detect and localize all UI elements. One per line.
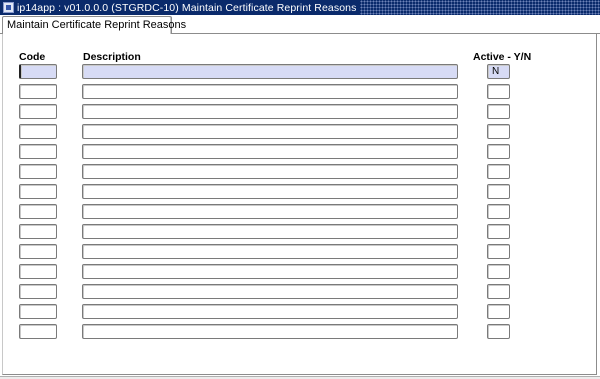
- active-field[interactable]: [487, 264, 510, 279]
- active-field[interactable]: [487, 224, 510, 239]
- description-field[interactable]: [82, 164, 458, 179]
- description-field[interactable]: [82, 304, 458, 319]
- title-bar-label-area: ip14app : v01.0.0.0 (STGRDC-10) Maintain…: [0, 0, 361, 15]
- active-field[interactable]: [487, 304, 510, 319]
- code-field[interactable]: [19, 284, 57, 299]
- code-field[interactable]: [19, 84, 57, 99]
- description-field[interactable]: [82, 184, 458, 199]
- description-field[interactable]: [82, 224, 458, 239]
- code-field[interactable]: [19, 124, 57, 139]
- code-field[interactable]: [19, 104, 57, 119]
- code-field[interactable]: [19, 144, 57, 159]
- window-title: ip14app : v01.0.0.0 (STGRDC-10) Maintain…: [17, 1, 357, 14]
- tab-maintain-certificate-reprint-reasons[interactable]: Maintain Certificate Reprint Reasons: [2, 16, 186, 35]
- tab-strip: Maintain Certificate Reprint Reasons: [0, 15, 600, 35]
- column-header-description: Description: [83, 51, 141, 63]
- app-icon[interactable]: [3, 2, 14, 13]
- description-field[interactable]: [82, 264, 458, 279]
- active-field[interactable]: [487, 204, 510, 219]
- active-field[interactable]: [487, 244, 510, 259]
- code-field[interactable]: [19, 204, 57, 219]
- active-field[interactable]: [487, 144, 510, 159]
- code-field[interactable]: [19, 224, 57, 239]
- active-field[interactable]: [487, 284, 510, 299]
- column-header-code: Code: [19, 51, 46, 63]
- description-field[interactable]: [82, 244, 458, 259]
- code-field[interactable]: [19, 244, 57, 259]
- description-field[interactable]: [82, 84, 458, 99]
- description-field[interactable]: [82, 104, 458, 119]
- active-field[interactable]: [487, 184, 510, 199]
- active-field[interactable]: [487, 124, 510, 139]
- description-field[interactable]: [82, 284, 458, 299]
- description-field[interactable]: [82, 144, 458, 159]
- description-field[interactable]: [82, 64, 458, 79]
- active-field[interactable]: [487, 104, 510, 119]
- code-field[interactable]: [19, 264, 57, 279]
- code-field[interactable]: [19, 184, 57, 199]
- code-field[interactable]: [19, 324, 57, 339]
- active-field[interactable]: N: [487, 64, 510, 79]
- active-field[interactable]: [487, 164, 510, 179]
- title-bar[interactable]: ip14app : v01.0.0.0 (STGRDC-10) Maintain…: [0, 0, 600, 15]
- description-field[interactable]: [82, 324, 458, 339]
- code-field[interactable]: [19, 304, 57, 319]
- description-field[interactable]: [82, 124, 458, 139]
- active-field[interactable]: [487, 324, 510, 339]
- description-field[interactable]: [82, 204, 458, 219]
- code-field[interactable]: [19, 64, 57, 79]
- code-field[interactable]: [19, 164, 57, 179]
- column-header-active: Active - Y/N: [473, 51, 532, 63]
- active-field[interactable]: [487, 84, 510, 99]
